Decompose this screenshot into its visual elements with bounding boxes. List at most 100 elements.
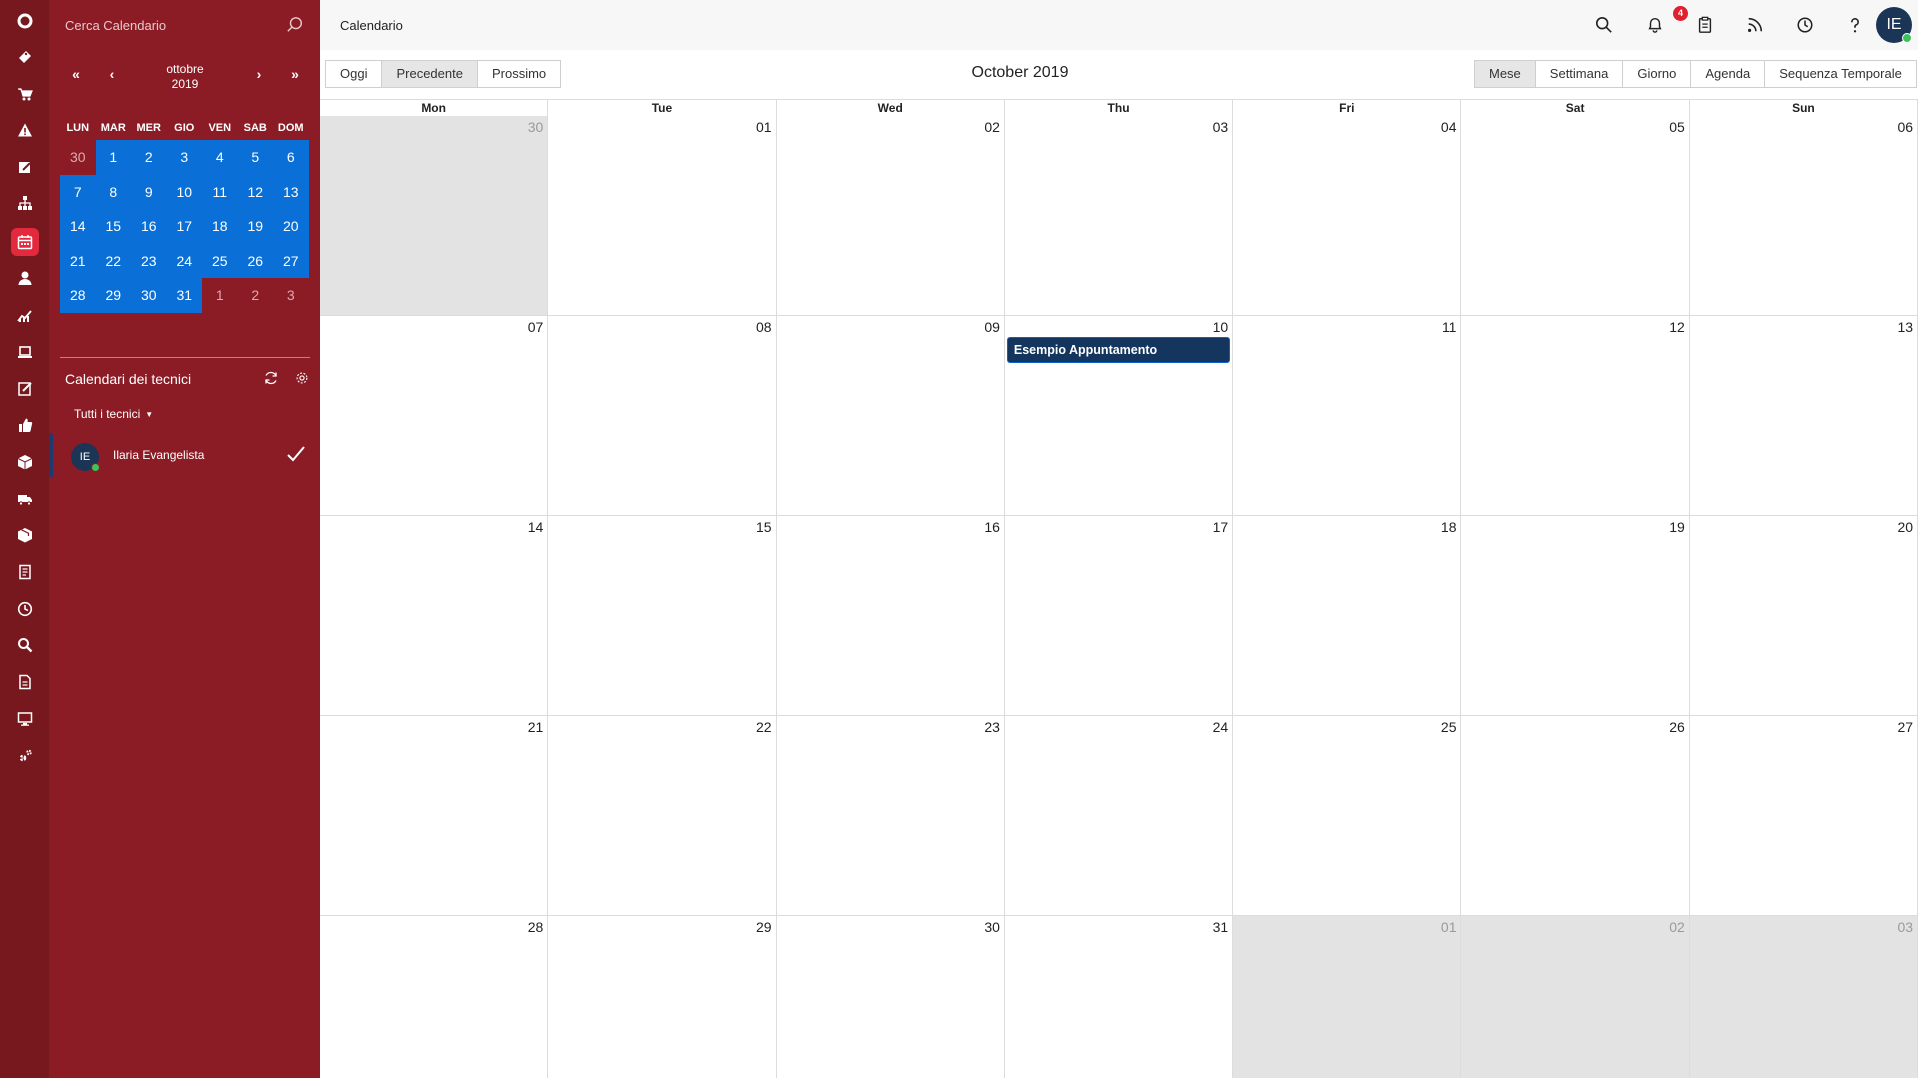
day-cell[interactable]: 03 (1004, 116, 1234, 316)
thumbs-up-icon[interactable] (11, 411, 39, 439)
previous-button[interactable]: Precedente (381, 60, 478, 88)
mini-calendar-day[interactable]: 15 (95, 209, 131, 244)
day-number[interactable]: 18 (1441, 519, 1457, 535)
day-number[interactable]: 17 (1213, 519, 1229, 535)
day-number[interactable]: 22 (756, 719, 772, 735)
mini-calendar-day[interactable]: 17 (166, 209, 202, 244)
mini-calendar-day[interactable]: 19 (237, 209, 273, 244)
day-cell[interactable]: 09 (776, 316, 1005, 516)
day-cell[interactable]: 04 (1233, 116, 1462, 316)
day-cell[interactable]: 31 (1004, 916, 1234, 1078)
day-cell[interactable]: 21 (320, 716, 549, 916)
day-cell[interactable]: 17 (1004, 516, 1234, 716)
day-number[interactable]: 29 (756, 919, 772, 935)
day-number[interactable]: 31 (1213, 919, 1229, 935)
search-icon[interactable] (11, 631, 39, 659)
day-number[interactable]: 14 (528, 519, 544, 535)
mini-calendar-day[interactable]: 26 (237, 243, 273, 278)
mini-calendar-day[interactable]: 25 (202, 243, 238, 278)
monitor-icon[interactable] (11, 705, 39, 733)
day-cell[interactable]: 16 (776, 516, 1005, 716)
view-button-giorno[interactable]: Giorno (1622, 60, 1692, 88)
day-cell[interactable]: 02 (776, 116, 1005, 316)
mini-calendar-day[interactable]: 5 (237, 140, 273, 175)
day-number[interactable]: 03 (1898, 919, 1914, 935)
day-cell[interactable]: 01 (548, 116, 777, 316)
day-cell[interactable]: 08 (548, 316, 777, 516)
warning-icon[interactable] (11, 116, 39, 144)
package-icon[interactable] (11, 521, 39, 549)
day-number[interactable]: 26 (1669, 719, 1685, 735)
org-chart-icon[interactable] (11, 189, 39, 217)
chart-icon[interactable] (11, 301, 39, 329)
mini-calendar-day[interactable]: 1 (95, 140, 131, 175)
day-number[interactable]: 11 (1442, 319, 1457, 335)
day-number[interactable]: 30 (528, 119, 544, 135)
mini-calendar-day[interactable]: 4 (202, 140, 238, 175)
view-button-agenda[interactable]: Agenda (1690, 60, 1766, 88)
document-icon[interactable] (11, 558, 39, 586)
rss-feed-icon[interactable] (1744, 14, 1766, 36)
mini-calendar-day[interactable]: 29 (95, 278, 131, 313)
mini-calendar-day[interactable]: 9 (131, 174, 167, 209)
day-number[interactable]: 24 (1213, 719, 1229, 735)
mini-calendar-day[interactable]: 12 (237, 174, 273, 209)
day-cell[interactable]: 10 Esempio Appuntamento (1004, 316, 1234, 516)
clipboard-icon[interactable] (1694, 14, 1716, 36)
mini-calendar-day[interactable]: 3 (166, 140, 202, 175)
mini-calendar-day[interactable]: 6 (273, 140, 309, 175)
calendar-search-input[interactable]: Cerca Calendario (65, 18, 286, 33)
day-number[interactable]: 20 (1898, 519, 1914, 535)
user-avatar[interactable]: IE (1876, 7, 1912, 43)
day-cell[interactable]: 01 (1233, 916, 1462, 1078)
box-icon[interactable] (11, 448, 39, 476)
technician-row[interactable]: IE Ilaria Evangelista (49, 433, 320, 477)
search-icon[interactable] (1593, 14, 1615, 36)
day-number[interactable]: 05 (1669, 119, 1685, 135)
day-cell[interactable]: 27 (1689, 716, 1918, 916)
calendar-search[interactable]: Cerca Calendario (49, 0, 320, 50)
cart-icon[interactable] (11, 80, 39, 108)
mini-calendar-day[interactable]: 20 (273, 209, 309, 244)
file-icon[interactable] (11, 668, 39, 696)
day-number[interactable]: 27 (1898, 719, 1914, 735)
day-number[interactable]: 03 (1213, 119, 1229, 135)
mini-calendar-day[interactable]: 10 (166, 174, 202, 209)
day-number[interactable]: 16 (984, 519, 1000, 535)
help-icon[interactable] (1844, 14, 1866, 36)
day-cell[interactable]: 05 (1461, 116, 1690, 316)
refresh-icon[interactable] (263, 370, 279, 386)
day-cell[interactable]: 06 (1689, 116, 1918, 316)
mini-calendar-day[interactable]: 1 (202, 278, 238, 313)
day-number[interactable]: 28 (528, 919, 544, 935)
day-number[interactable]: 15 (756, 519, 772, 535)
day-number[interactable]: 12 (1669, 319, 1685, 335)
day-cell[interactable]: 30 (320, 116, 549, 316)
day-number[interactable]: 09 (984, 319, 1000, 335)
clock-icon[interactable] (11, 595, 39, 623)
day-cell[interactable]: 20 (1689, 516, 1918, 716)
mini-calendar-day[interactable]: 27 (273, 243, 309, 278)
day-cell[interactable]: 14 (320, 516, 549, 716)
next-year-button[interactable]: » (285, 66, 305, 82)
day-cell[interactable]: 24 (1004, 716, 1234, 916)
mini-calendar-day[interactable]: 16 (131, 209, 167, 244)
day-number[interactable]: 13 (1898, 319, 1914, 335)
mini-calendar-day[interactable]: 8 (95, 174, 131, 209)
day-cell[interactable]: 28 (320, 916, 549, 1078)
mini-calendar-day[interactable]: 3 (273, 278, 309, 313)
mini-calendar-day[interactable]: 14 (60, 209, 96, 244)
day-number[interactable]: 30 (984, 919, 1000, 935)
day-cell[interactable]: 11 (1233, 316, 1462, 516)
day-number[interactable]: 02 (1669, 919, 1685, 935)
day-cell[interactable]: 02 (1461, 916, 1690, 1078)
mini-calendar-day[interactable]: 24 (166, 243, 202, 278)
view-button-sequenza-temporale[interactable]: Sequenza Temporale (1764, 60, 1917, 88)
note-edit-icon[interactable] (11, 375, 39, 403)
day-cell[interactable]: 12 (1461, 316, 1690, 516)
next-button[interactable]: Prossimo (476, 60, 562, 88)
user-icon[interactable] (11, 264, 39, 292)
logo-ring-icon[interactable] (11, 7, 39, 35)
mini-calendar-day[interactable]: 18 (202, 209, 238, 244)
next-month-button[interactable]: › (249, 66, 269, 82)
